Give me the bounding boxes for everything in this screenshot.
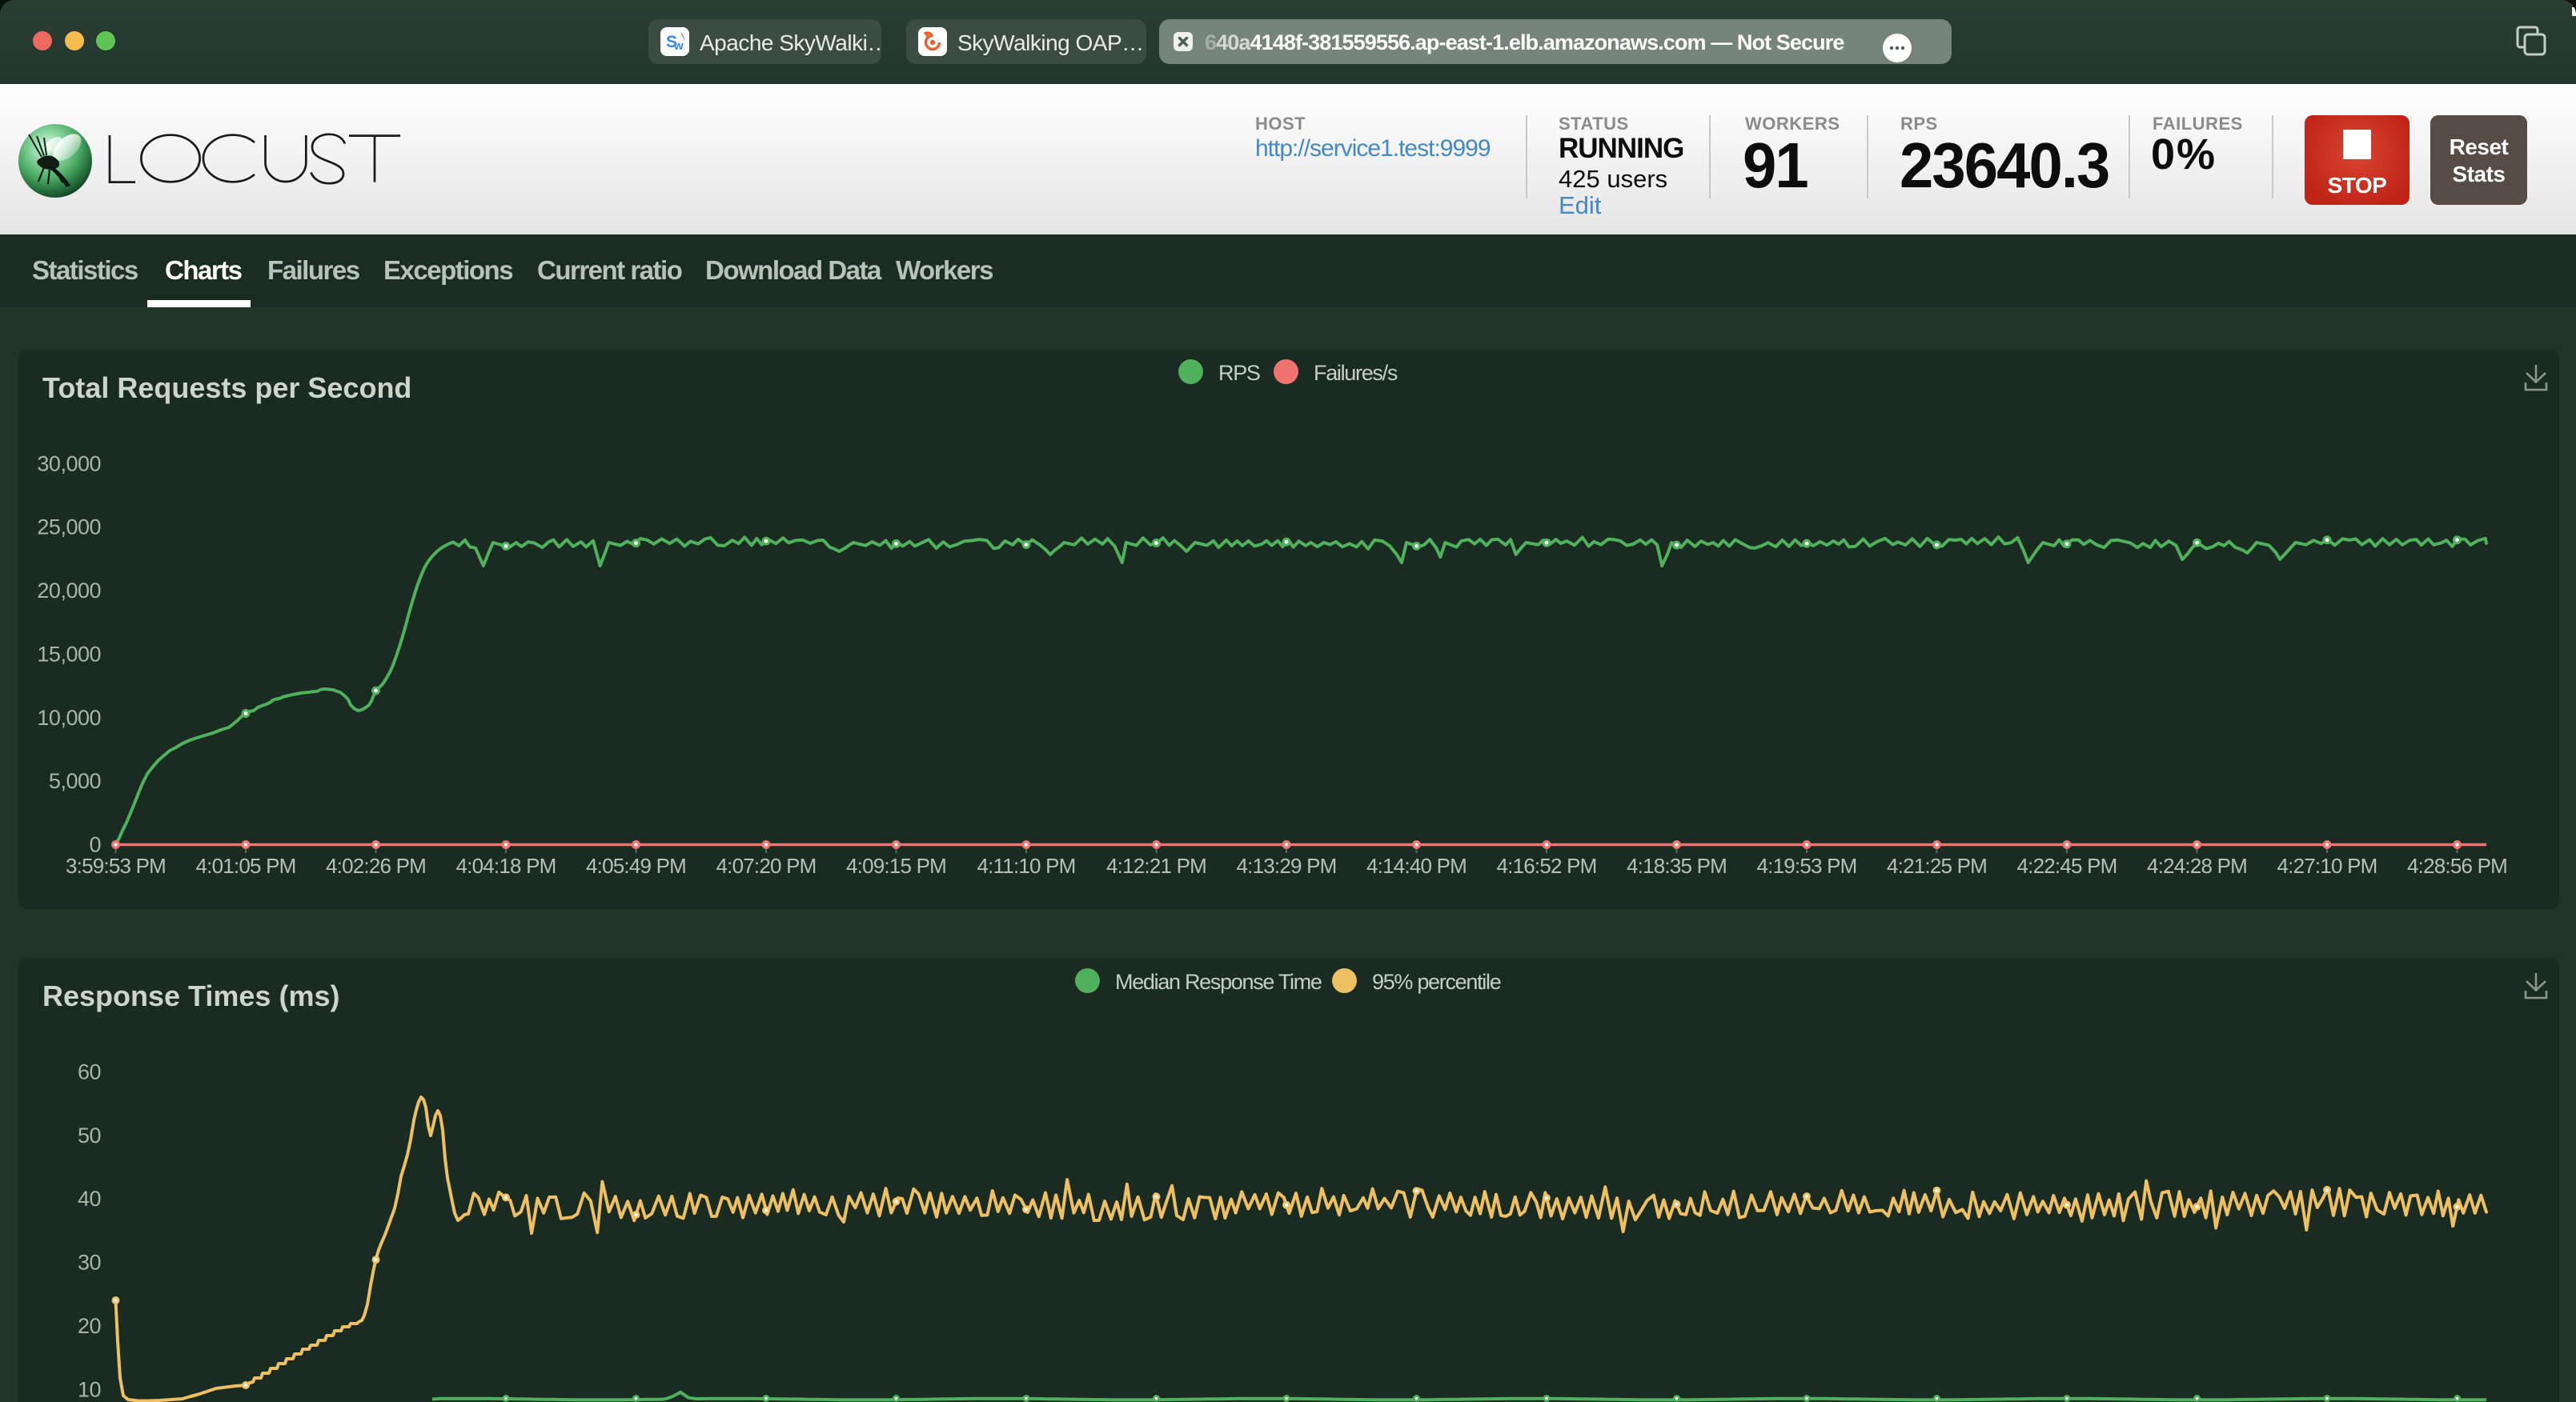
svg-text:10: 10	[78, 1377, 101, 1401]
svg-text:20,000: 20,000	[37, 579, 101, 603]
svg-text:5,000: 5,000	[49, 769, 101, 793]
svg-text:4:18:35 PM: 4:18:35 PM	[1627, 854, 1727, 878]
svg-text:15,000: 15,000	[37, 642, 101, 666]
svg-text:4:05:49 PM: 4:05:49 PM	[586, 854, 686, 878]
svg-text:4:07:20 PM: 4:07:20 PM	[716, 854, 817, 878]
svg-text:10,000: 10,000	[37, 706, 101, 730]
svg-text:4:11:10 PM: 4:11:10 PM	[977, 854, 1075, 878]
svg-text:40: 40	[78, 1187, 101, 1211]
svg-text:3:59:53 PM: 3:59:53 PM	[66, 854, 166, 878]
svg-text:4:19:53 PM: 4:19:53 PM	[1757, 854, 1857, 878]
svg-text:4:14:40 PM: 4:14:40 PM	[1366, 854, 1467, 878]
svg-text:w: w	[673, 39, 684, 53]
svg-text:4:04:18 PM: 4:04:18 PM	[456, 854, 556, 878]
svg-text:4:28:56 PM: 4:28:56 PM	[2407, 854, 2507, 878]
svg-text:25,000: 25,000	[37, 515, 101, 539]
svg-text:4:22:45 PM: 4:22:45 PM	[2017, 854, 2117, 878]
svg-text:50: 50	[78, 1124, 101, 1148]
svg-text:4:09:15 PM: 4:09:15 PM	[846, 854, 946, 878]
svg-text:4:12:21 PM: 4:12:21 PM	[1106, 854, 1206, 878]
svg-text:4:13:29 PM: 4:13:29 PM	[1237, 854, 1337, 878]
svg-text:30,000: 30,000	[37, 451, 101, 475]
svg-text:0: 0	[89, 833, 101, 857]
svg-text:4:24:28 PM: 4:24:28 PM	[2147, 854, 2247, 878]
svg-text:60: 60	[78, 1060, 101, 1084]
svg-text:20: 20	[78, 1314, 101, 1338]
svg-text:4:27:10 PM: 4:27:10 PM	[2277, 854, 2377, 878]
svg-text:4:02:26 PM: 4:02:26 PM	[326, 854, 426, 878]
svg-text:4:01:05 PM: 4:01:05 PM	[196, 854, 296, 878]
svg-text:30: 30	[78, 1251, 101, 1275]
svg-text:4:21:25 PM: 4:21:25 PM	[1887, 854, 1987, 878]
svg-text:4:16:52 PM: 4:16:52 PM	[1497, 854, 1597, 878]
